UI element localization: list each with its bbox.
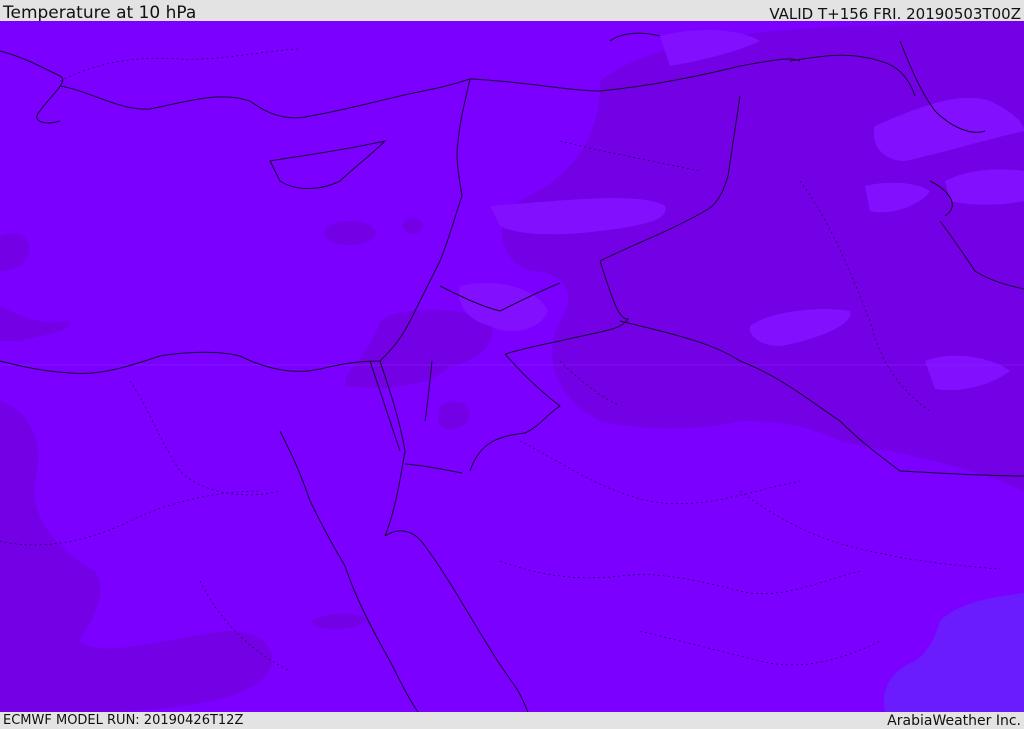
credit-label: ArabiaWeather Inc. [887, 713, 1021, 729]
footer-bar: ECMWF MODEL RUN: 20190426T12Z ArabiaWeat… [0, 712, 1024, 729]
map-title: Temperature at 10 hPa [3, 3, 197, 23]
zone-blob-4 [403, 218, 423, 234]
zone-blob-3 [324, 221, 376, 245]
weather-map[interactable] [0, 21, 1024, 712]
model-run-label: ECMWF MODEL RUN: 20190426T12Z [3, 713, 244, 728]
header-bar: Temperature at 10 hPa VALID T+156 FRI. 2… [0, 0, 1024, 23]
